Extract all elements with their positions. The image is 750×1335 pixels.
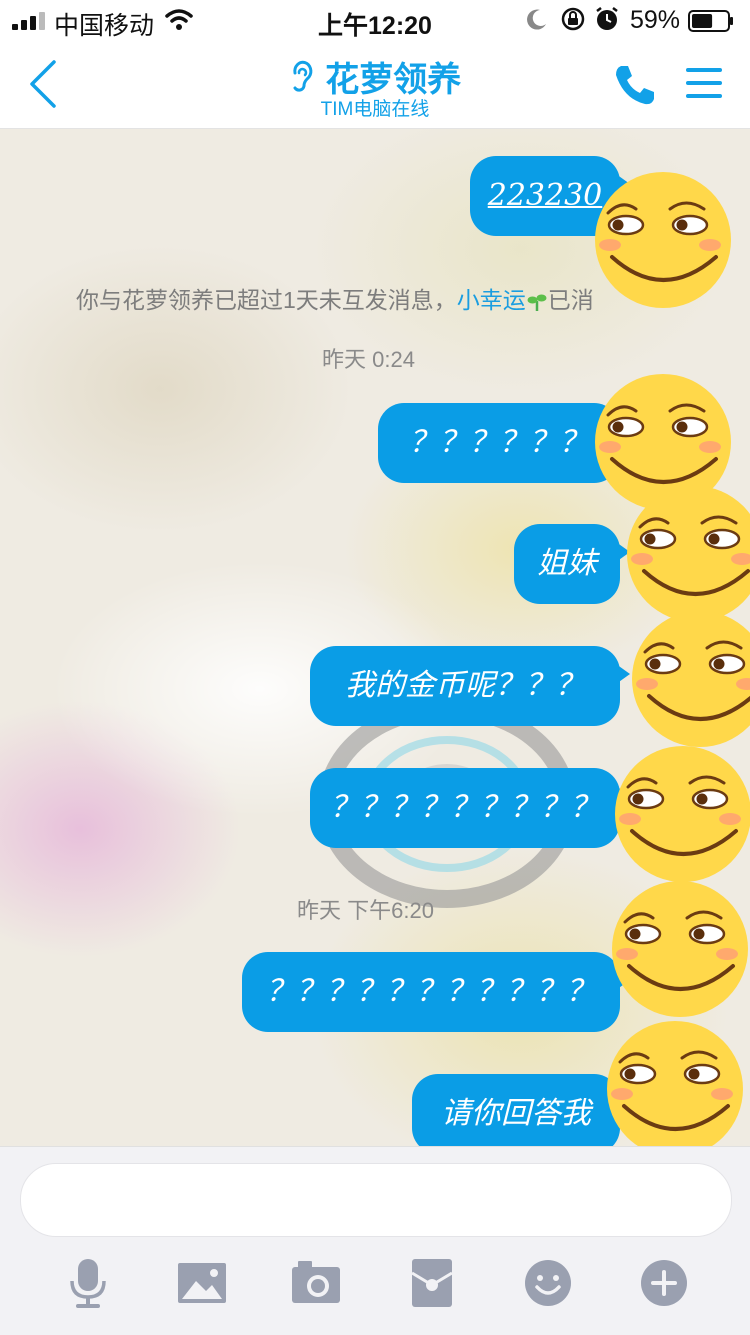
plus-icon[interactable]: [638, 1257, 690, 1309]
message-bubble[interactable]: ？？？？？？？？？？？: [242, 952, 630, 1032]
system-message: 你与花萝领养已超过1天未互发消息，小幸运 已消: [76, 281, 594, 315]
microphone-icon[interactable]: [62, 1257, 114, 1309]
smiley-sticker-avatar[interactable]: [600, 1014, 750, 1146]
chat-area[interactable]: 223230 你与花萝领养已超过1天未互发消息，小幸运 已消 昨天 0:24 ？？…: [0, 129, 750, 1146]
message-bubble[interactable]: ？？？？？？: [378, 403, 630, 483]
smiley-sticker-avatar[interactable]: [608, 739, 750, 889]
moon-icon: [527, 9, 546, 30]
message-bubble[interactable]: 我的金币呢？？？: [310, 646, 630, 726]
timestamp: 昨天 0:24: [322, 347, 415, 372]
image-icon[interactable]: [176, 1257, 228, 1309]
chat-header: 花萝领养 TIM电脑在线: [0, 40, 750, 129]
message-bubble[interactable]: 请你回答我: [412, 1074, 630, 1146]
phone-icon[interactable]: [612, 62, 658, 108]
message-bubble[interactable]: 姐妹: [514, 524, 630, 604]
smiley-sticker-avatar[interactable]: [605, 874, 750, 1024]
input-area: [0, 1146, 750, 1335]
camera-icon[interactable]: [290, 1257, 342, 1309]
rotation-lock-icon: [561, 7, 585, 31]
system-message-suffix: 已消: [547, 287, 594, 313]
smiley-sticker-avatar[interactable]: [625, 604, 750, 754]
alarm-icon: [596, 7, 618, 30]
smiley-sticker-avatar[interactable]: [588, 165, 738, 315]
message-input[interactable]: [20, 1163, 732, 1237]
lucky-link[interactable]: 小幸运: [457, 287, 526, 313]
battery-icon: [688, 10, 733, 32]
status-bar: 中国移动 上午12:20 59%: [0, 0, 750, 40]
ear-icon: [293, 60, 313, 92]
message-bubble[interactable]: ？？？？？？？？？: [310, 768, 630, 848]
sprout-icon: [527, 294, 547, 311]
battery-percentage: 59%: [630, 6, 681, 34]
red-packet-icon[interactable]: [406, 1257, 458, 1309]
emoji-icon[interactable]: [522, 1257, 574, 1309]
timestamp: 昨天 下午6:20: [297, 898, 434, 923]
menu-icon[interactable]: [684, 62, 726, 104]
system-message-text: 你与花萝领养已超过1天未互发消息，: [76, 287, 457, 313]
